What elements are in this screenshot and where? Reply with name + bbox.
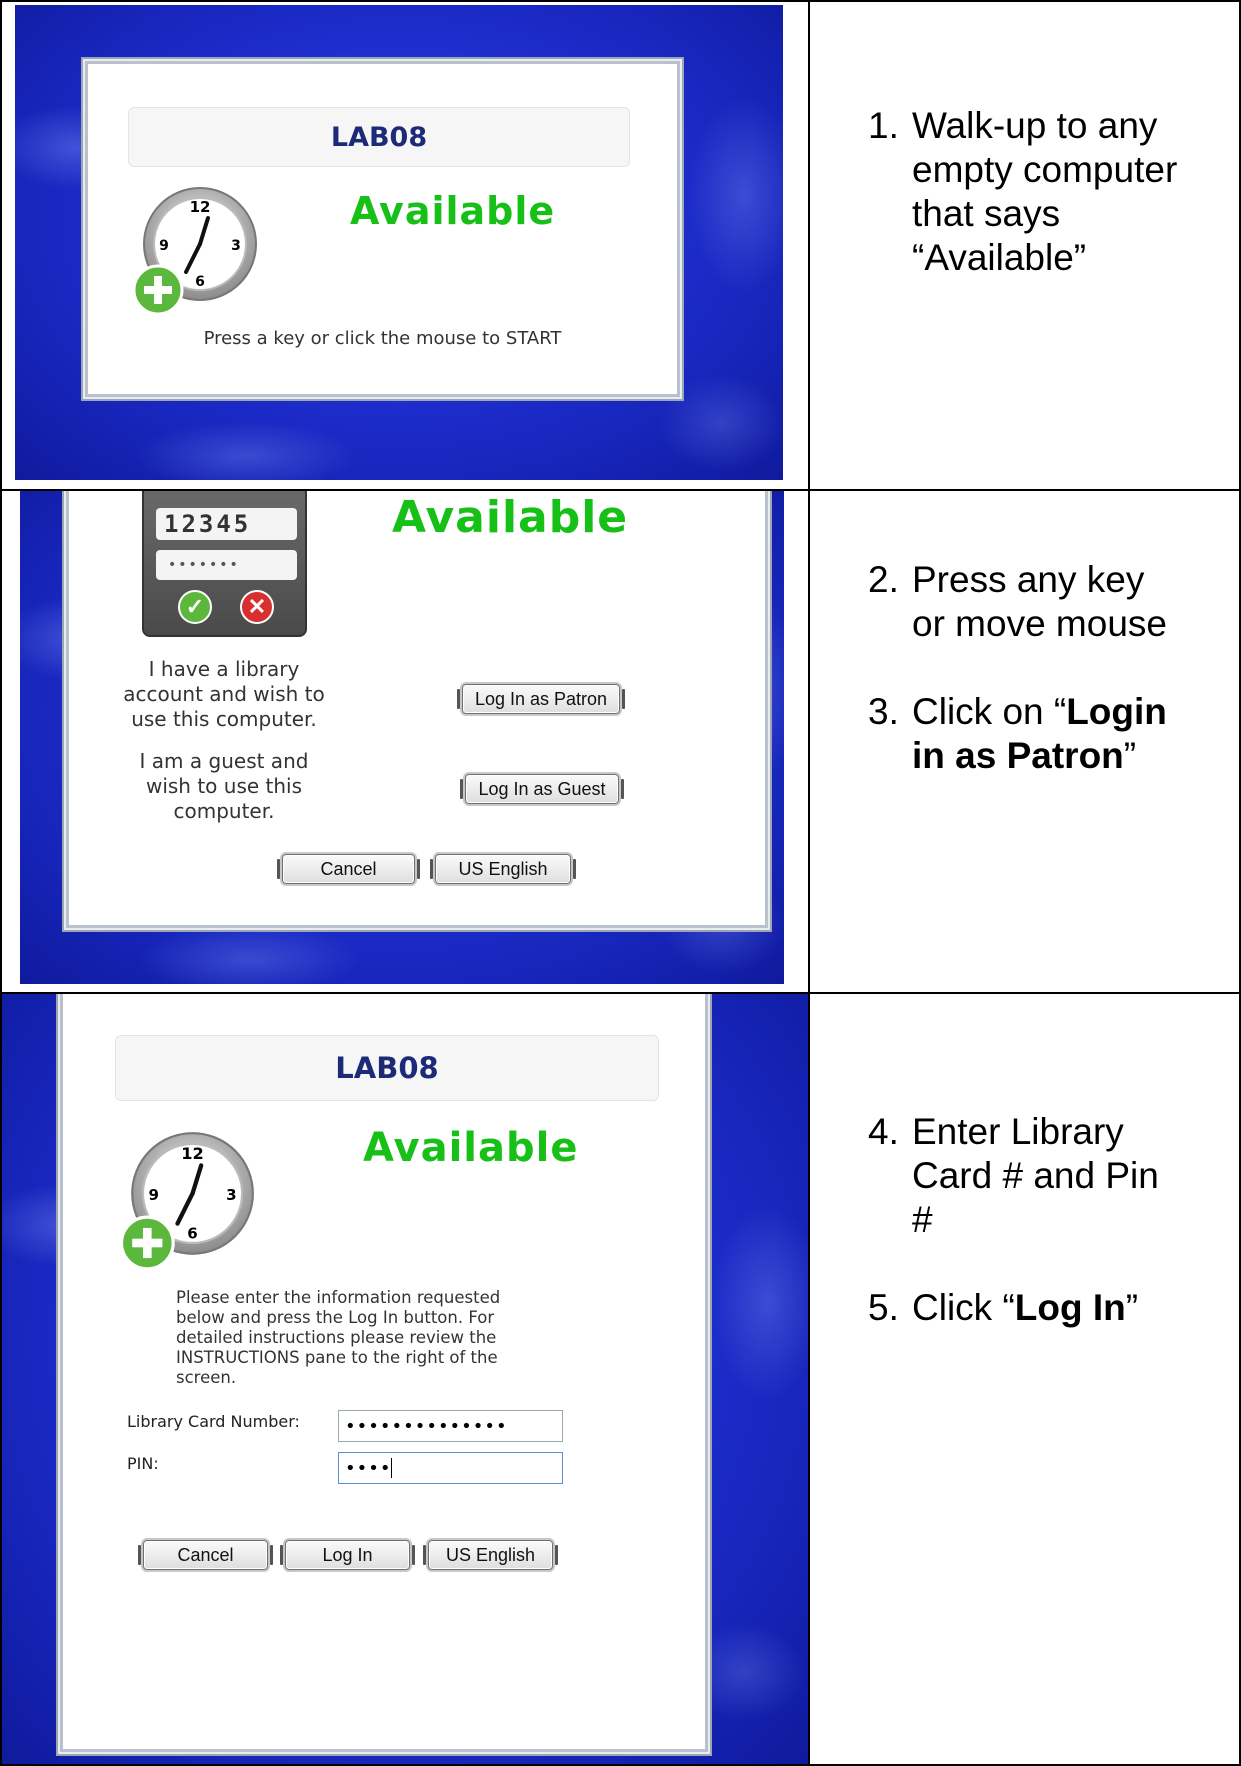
keypad-number: 12345 (156, 508, 297, 540)
step-line: Click “Log In” (912, 1286, 1138, 1330)
step-text-plain: ” (1125, 1287, 1139, 1328)
language-button[interactable]: US English (423, 1540, 558, 1570)
instructions-steps-2-3: 2. Press any key or move mouse 3. Click … (868, 558, 1228, 822)
step-text-plain: ” (1123, 735, 1137, 776)
screenshot-patron-login: LAB08 12 3 6 9 Available Please enter th… (2, 994, 808, 1764)
table-border-top (0, 0, 1241, 2)
info-line: screen. (176, 1368, 237, 1387)
checkmark-icon: ✓ (178, 590, 212, 624)
language-button[interactable]: US English (430, 854, 576, 884)
pin-label: PIN: (127, 1454, 159, 1473)
step-text: Press any key or move mouse (912, 558, 1167, 646)
keypad-masked: ••••••• (156, 550, 297, 580)
clock-numeral-3: 3 (226, 1186, 236, 1204)
step-number: 1. (868, 105, 899, 146)
login-as-patron-button[interactable]: Log In as Patron (457, 684, 625, 714)
available-dialog[interactable]: LAB08 12 3 6 9 Available Press a key or … (85, 61, 680, 397)
clock-numeral-6: 6 (195, 274, 205, 290)
clock-add-icon: 12 3 6 9 (119, 1132, 254, 1271)
clock-add-icon: 12 3 6 9 (132, 187, 257, 316)
patron-description: I have a library account and wish to use… (109, 657, 339, 732)
step-text: Enter Library Card # and Pin # (912, 1110, 1159, 1242)
step-line: “Available” (912, 237, 1087, 278)
start-prompt: Press a key or click the mouse to START (203, 328, 562, 349)
info-line: detailed instructions please review the (176, 1328, 497, 1347)
cancel-button[interactable]: Cancel (138, 1540, 273, 1570)
keypad-icon: 12345 ••••••• ✓ ✕ (142, 491, 307, 637)
login-as-guest-button[interactable]: Log In as Guest (460, 774, 624, 804)
guest-description: I am a guest and wish to use this comput… (124, 749, 324, 824)
step-1: 1. Walk-up to any empty computer that sa… (868, 104, 1228, 280)
screenshot-login-choice: 12345 ••••••• ✓ ✕ Available I have a lib… (20, 491, 784, 984)
step-number: 4. (868, 1111, 899, 1152)
step-line: Click on “Login (912, 690, 1167, 734)
info-line: below and press the Log In button. For (176, 1308, 495, 1327)
card-number-field[interactable]: •••••••••••••• (338, 1410, 563, 1442)
status-available: Available (363, 1125, 579, 1171)
step-text-plain: Click on “ (912, 691, 1067, 732)
step-4: 4. Enter Library Card # and Pin # (868, 1110, 1228, 1242)
step-line: empty computer (912, 149, 1178, 190)
status-available: Available (350, 189, 556, 233)
step-line: that says (912, 193, 1061, 234)
pin-value: •••• (345, 1457, 392, 1479)
step-line: Card # and Pin (912, 1155, 1159, 1196)
step-number: 3. (868, 691, 899, 732)
step-text-bold: Login (1066, 691, 1167, 732)
cancel-button[interactable]: Cancel (277, 854, 420, 884)
guest-line: wish to use this (145, 774, 303, 798)
guest-line: I am a guest and (139, 749, 309, 773)
step-text-plain: Click “ (912, 1287, 1015, 1328)
clock-numeral-9: 9 (149, 1186, 159, 1204)
login-button[interactable]: Log In (280, 1540, 415, 1570)
station-name: LAB08 (128, 107, 630, 167)
pin-field[interactable]: •••• (338, 1452, 563, 1484)
clock-numeral-9: 9 (159, 238, 169, 254)
login-instructions-text: Please enter the information requested b… (176, 1288, 576, 1388)
status-available: Available (392, 492, 629, 543)
text-cursor (391, 1458, 393, 1478)
info-line: INSTRUCTIONS pane to the right of the (176, 1348, 498, 1367)
instructions-step-1: 1. Walk-up to any empty computer that sa… (868, 104, 1228, 324)
step-5: 5. Click “Log In” (868, 1286, 1228, 1330)
patron-line: I have a library (148, 657, 300, 681)
cancel-x-icon: ✕ (240, 590, 274, 624)
clock-numeral-3: 3 (231, 238, 241, 254)
info-line: Please enter the information requested (176, 1288, 501, 1307)
step-number: 2. (868, 559, 899, 600)
step-text: Walk-up to any empty computer that says … (912, 104, 1177, 280)
step-3: 3. Click on “Login in as Patron” (868, 690, 1228, 778)
step-line: # (912, 1199, 933, 1240)
step-text: Click on “Login in as Patron” (912, 690, 1167, 778)
step-number: 5. (868, 1287, 899, 1328)
patron-line: use this computer. (131, 707, 317, 731)
clock-numeral-6: 6 (187, 1225, 197, 1243)
step-line: in as Patron” (912, 734, 1167, 778)
step-text: Click “Log In” (912, 1286, 1138, 1330)
patron-login-dialog[interactable]: LAB08 12 3 6 9 Available Please enter th… (60, 994, 708, 1752)
guest-line: computer. (173, 799, 275, 823)
clock-numeral-12: 12 (181, 1144, 203, 1163)
step-text-bold: Log In (1014, 1287, 1126, 1328)
step-line: or move mouse (912, 603, 1167, 644)
patron-line: account and wish to (123, 682, 325, 706)
card-number-label: Library Card Number: (127, 1412, 300, 1431)
step-line: Press any key (912, 559, 1145, 600)
step-text-bold: in as Patron (912, 735, 1124, 776)
step-2: 2. Press any key or move mouse (868, 558, 1228, 646)
screenshot-available-screen: LAB08 12 3 6 9 Available Press a key or … (15, 5, 783, 480)
step-line: Enter Library (912, 1111, 1124, 1152)
step-line: Walk-up to any (912, 105, 1158, 146)
login-choice-dialog[interactable]: 12345 ••••••• ✓ ✕ Available I have a lib… (66, 491, 768, 928)
table-column-divider (808, 0, 810, 1766)
station-name: LAB08 (115, 1035, 659, 1101)
clock-numeral-12: 12 (190, 198, 211, 216)
instructions-steps-4-5: 4. Enter Library Card # and Pin # 5. Cli… (868, 1110, 1228, 1374)
